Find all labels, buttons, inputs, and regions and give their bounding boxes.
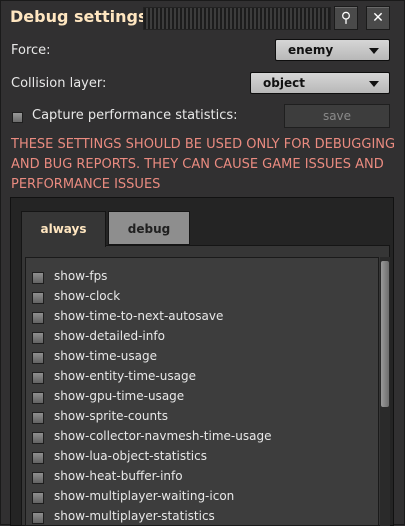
- force-value: enemy: [288, 43, 334, 57]
- window-title: Debug settings: [10, 7, 148, 26]
- option-label: show-gpu-time-usage: [54, 389, 185, 403]
- options-list: show-fps show-clock show-time-to-next-au…: [25, 257, 379, 526]
- close-button[interactable]: ✕: [366, 6, 390, 30]
- close-icon: ✕: [372, 10, 384, 26]
- debug-settings-window: Debug settings ⚲ ✕ Force: enemy Collisio…: [0, 0, 405, 526]
- option-label: show-sprite-counts: [54, 409, 169, 423]
- option-checkbox[interactable]: [32, 292, 44, 304]
- option-checkbox[interactable]: [32, 332, 44, 344]
- drag-handle[interactable]: [143, 7, 331, 30]
- option-label: show-clock: [54, 289, 121, 303]
- warning-text: THESE SETTINGS SHOULD BE USED ONLY FOR D…: [11, 137, 396, 192]
- capture-performance-label: Capture performance statistics:: [32, 108, 238, 123]
- option-checkbox[interactable]: [32, 512, 44, 524]
- option-label: show-fps: [54, 269, 108, 283]
- save-button[interactable]: save: [284, 104, 390, 128]
- option-label: show-heat-buffer-info: [54, 469, 183, 483]
- option-label: show-collector-navmesh-time-usage: [54, 429, 272, 443]
- option-checkbox[interactable]: [32, 472, 44, 484]
- tab-debug[interactable]: debug: [108, 211, 190, 245]
- option-label: show-detailed-info: [54, 329, 165, 343]
- capture-performance-checkbox[interactable]: [12, 112, 23, 123]
- option-checkbox[interactable]: [32, 412, 44, 424]
- option-label: show-entity-time-usage: [54, 369, 196, 383]
- option-label: show-time-usage: [54, 349, 157, 363]
- titlebar[interactable]: Debug settings ⚲ ✕: [1, 1, 404, 35]
- option-label: show-multiplayer-statistics: [54, 509, 215, 523]
- search-icon: ⚲: [340, 10, 352, 26]
- search-button[interactable]: ⚲: [334, 6, 358, 30]
- options-scrollbar[interactable]: [380, 257, 390, 526]
- option-checkbox[interactable]: [32, 352, 44, 364]
- chevron-down-icon: [369, 81, 379, 87]
- option-checkbox[interactable]: [32, 372, 44, 384]
- chevron-down-icon: [369, 48, 379, 54]
- option-checkbox[interactable]: [32, 432, 44, 444]
- collision-layer-value: object: [263, 76, 305, 90]
- collision-layer-dropdown[interactable]: object: [250, 72, 390, 94]
- option-checkbox[interactable]: [32, 492, 44, 504]
- collision-layer-label: Collision layer:: [11, 76, 107, 91]
- option-checkbox[interactable]: [32, 392, 44, 404]
- option-label: show-time-to-next-autosave: [54, 309, 224, 323]
- option-label: show-multiplayer-waiting-icon: [54, 489, 235, 503]
- force-label: Force:: [11, 43, 51, 58]
- option-checkbox[interactable]: [32, 452, 44, 464]
- option-checkbox[interactable]: [32, 312, 44, 324]
- tab-always[interactable]: always: [21, 211, 106, 247]
- option-label: show-lua-object-statistics: [54, 449, 207, 463]
- option-checkbox[interactable]: [32, 272, 44, 284]
- scrollbar-thumb[interactable]: [381, 261, 389, 407]
- force-dropdown[interactable]: enemy: [275, 39, 390, 61]
